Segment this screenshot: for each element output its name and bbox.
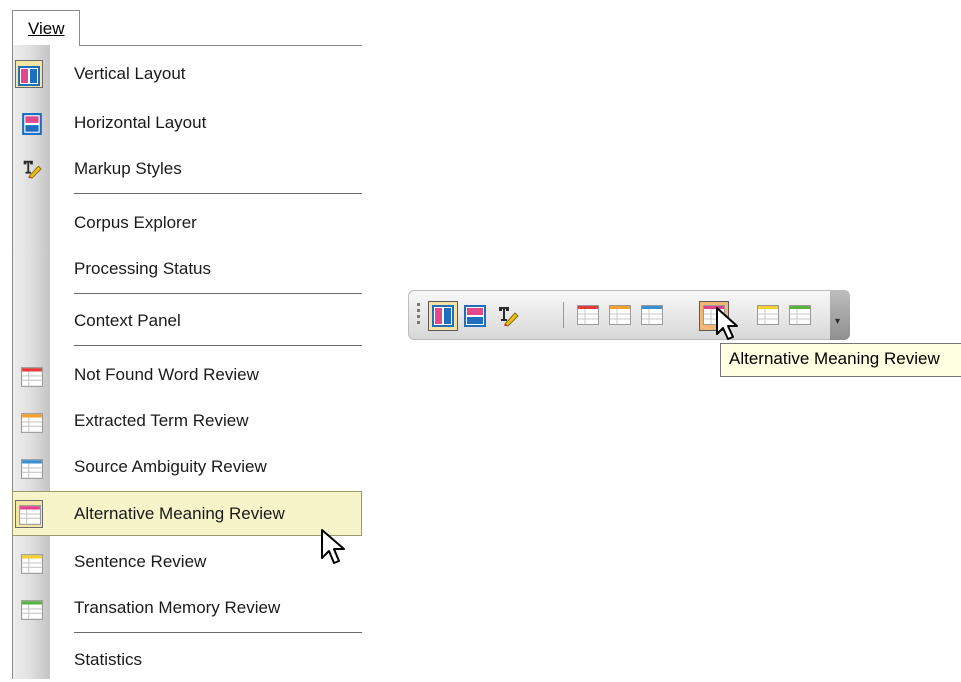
toolbar-not-found-word-review-button[interactable] bbox=[573, 301, 603, 331]
menu-item-label: Vertical Layout bbox=[74, 64, 186, 83]
table-orange-icon bbox=[609, 305, 631, 325]
menu-item-context-panel[interactable]: Context Panel bbox=[12, 298, 362, 343]
menu-item-label: Statistics bbox=[74, 650, 143, 669]
menu-item-statistics[interactable]: Statistics bbox=[12, 637, 362, 682]
menu-item-source-ambiguity-review[interactable]: Source Ambiguity Review bbox=[12, 444, 362, 489]
menu-item-not-found-word-review[interactable]: Not Found Word Review bbox=[12, 352, 362, 397]
toolbar-separator bbox=[563, 302, 564, 328]
mouse-cursor-icon bbox=[716, 307, 738, 340]
horizontal-layout-icon bbox=[464, 305, 486, 327]
markup-styles-icon bbox=[497, 307, 519, 327]
mouse-cursor-icon bbox=[321, 529, 345, 564]
toolbar-extracted-term-review-button[interactable] bbox=[605, 301, 635, 331]
table-pink-icon bbox=[19, 505, 41, 525]
toolbar-translation-memory-review-button[interactable] bbox=[785, 301, 815, 331]
vertical-layout-icon bbox=[432, 305, 454, 327]
table-green-icon bbox=[21, 600, 43, 620]
menu-item-label: Processing Status bbox=[74, 259, 212, 278]
menu-item-label: Source Ambiguity Review bbox=[74, 457, 267, 476]
menu-separator bbox=[74, 345, 362, 346]
table-yellow-icon bbox=[21, 554, 43, 574]
menu-item-label: Not Found Word Review bbox=[74, 365, 259, 384]
menu-separator bbox=[74, 193, 362, 194]
menu-item-label: Sentence Review bbox=[74, 552, 207, 571]
menu-item-label: Context Panel bbox=[74, 311, 181, 330]
menu-item-processing-status[interactable]: Processing Status bbox=[12, 246, 362, 291]
toolbar-vertical-layout-button[interactable] bbox=[428, 301, 458, 331]
menu-item-corpus-explorer[interactable]: Corpus Explorer bbox=[12, 200, 362, 245]
table-orange-icon bbox=[21, 413, 43, 433]
table-red-icon bbox=[577, 305, 599, 325]
table-yellow-icon bbox=[757, 305, 779, 325]
menu-item-vertical-layout[interactable]: Vertical Layout bbox=[12, 51, 362, 96]
toolbar-horizontal-layout-button[interactable] bbox=[460, 301, 490, 331]
table-blue-icon bbox=[21, 459, 43, 479]
menu-item-label: Transation Memory Review bbox=[74, 598, 281, 617]
horizontal-layout-icon bbox=[22, 113, 42, 135]
menu-item-label: Extracted Term Review bbox=[74, 411, 249, 430]
markup-styles-icon bbox=[21, 160, 42, 179]
view-menu-title: View bbox=[28, 19, 65, 38]
menu-item-markup-styles[interactable]: Markup Styles bbox=[12, 146, 362, 191]
toolbar-grip[interactable] bbox=[417, 303, 420, 329]
toolbar-source-ambiguity-review-button[interactable] bbox=[637, 301, 667, 331]
table-red-icon bbox=[21, 367, 43, 387]
menu-item-label: Alternative Meaning Review bbox=[74, 504, 285, 523]
menu-item-translation-memory-review[interactable]: Transation Memory Review bbox=[12, 585, 362, 630]
vertical-layout-icon bbox=[18, 66, 40, 86]
view-toolbar bbox=[408, 290, 850, 340]
toolbar-markup-styles-button[interactable] bbox=[491, 301, 521, 331]
toolbar-tooltip: Alternative Meaning Review bbox=[720, 343, 961, 377]
chevron-down-icon: ▾ bbox=[835, 316, 841, 327]
menu-item-horizontal-layout[interactable]: Horizontal Layout bbox=[12, 100, 362, 145]
menu-separator bbox=[74, 293, 362, 294]
toolbar-overflow-button[interactable]: ▾ bbox=[830, 290, 850, 340]
menu-item-label: Markup Styles bbox=[74, 159, 182, 178]
menu-item-sentence-review[interactable]: Sentence Review bbox=[12, 539, 362, 584]
menu-item-label: Corpus Explorer bbox=[74, 213, 197, 232]
toolbar-sentence-review-button[interactable] bbox=[753, 301, 783, 331]
menu-separator bbox=[74, 632, 362, 633]
menu-item-alternative-meaning-review[interactable]: Alternative Meaning Review bbox=[12, 491, 362, 536]
table-blue-icon bbox=[641, 305, 663, 325]
menu-item-label: Horizontal Layout bbox=[74, 113, 207, 132]
view-menu-tab[interactable]: View bbox=[12, 10, 80, 46]
view-menu: Vertical Layout Horizontal Layout Markup… bbox=[12, 45, 362, 679]
menu-item-extracted-term-review[interactable]: Extracted Term Review bbox=[12, 398, 362, 443]
table-green-icon bbox=[789, 305, 811, 325]
